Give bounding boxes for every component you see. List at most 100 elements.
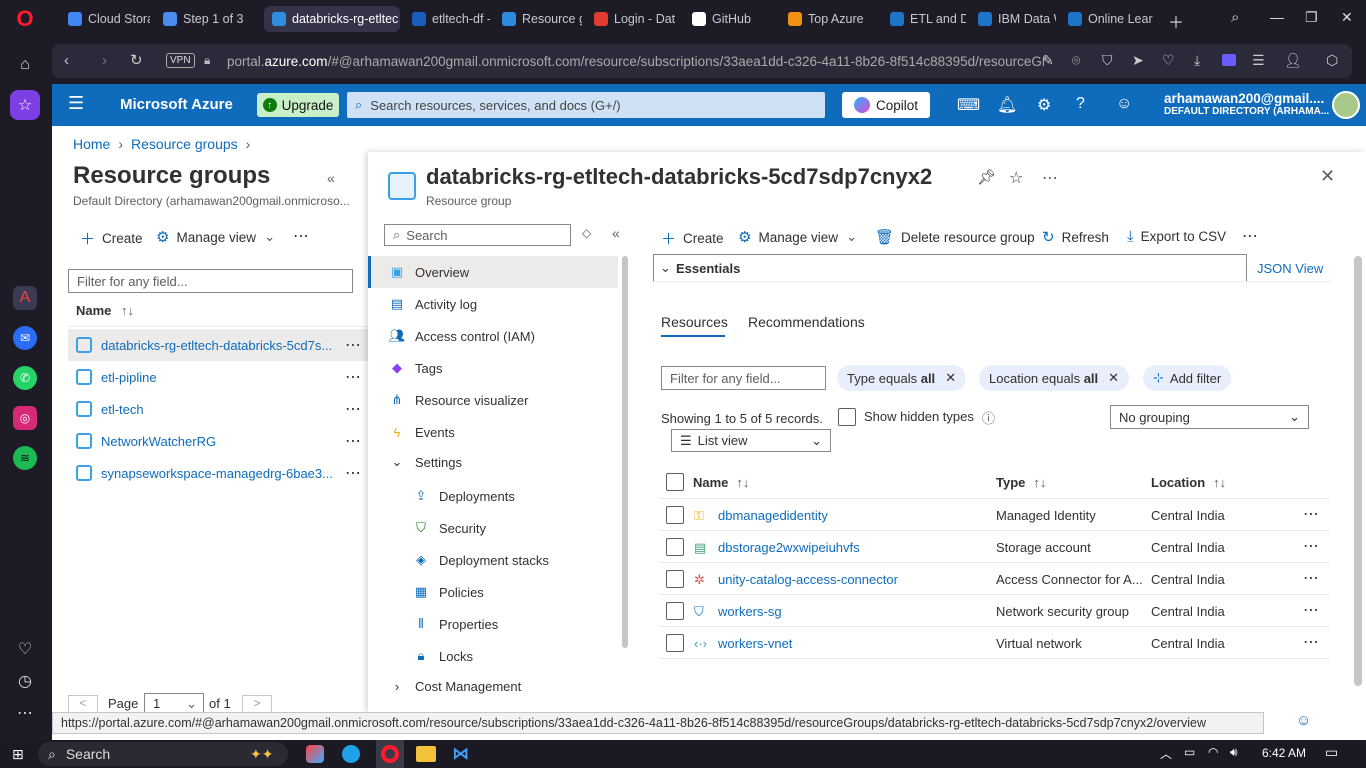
toolbar-more-icon[interactable]: ⋯ [1242, 226, 1258, 246]
browser-tab[interactable]: Top Azure [780, 6, 878, 32]
heart-icon[interactable]: ♡ [10, 634, 40, 664]
table-row[interactable]: ⛉ workers-sg Network security group Central… [660, 595, 1330, 627]
list-view-select[interactable]: ☰ List view ⌄ [671, 429, 831, 452]
menu-access-control[interactable]: 👥︎ Access control (IAM) [368, 320, 618, 352]
send-icon[interactable]: ➤ [1132, 52, 1144, 69]
row-more-icon[interactable]: ⋯ [1303, 504, 1319, 524]
taskbar-search[interactable]: ⌕ Search ✦✦ [38, 742, 288, 766]
address-bar[interactable]: ‹ › ↻ VPN 🔒︎ portal.azure.com/#@arhamawa… [52, 44, 1352, 78]
prev-page-button[interactable]: < [68, 695, 98, 712]
avatar[interactable] [1332, 91, 1360, 119]
notification-center-icon[interactable]: ▭ [1325, 744, 1338, 761]
menu-expand-icon[interactable]: ◇ [582, 226, 591, 240]
upgrade-button[interactable]: ↑ Upgrade [257, 93, 339, 117]
help-icon[interactable]: ? [1076, 95, 1085, 113]
filter-input[interactable]: Filter for any field... [68, 269, 353, 293]
menu-security[interactable]: ⛉ Security [368, 512, 618, 544]
create-button[interactable]: ＋ Create [80, 228, 143, 249]
menu-settings[interactable]: ⌄ Settings [368, 446, 618, 478]
blade-more-icon[interactable]: ⋯ [1042, 168, 1058, 188]
menu-policies[interactable]: ▦ Policies [368, 576, 618, 608]
edit-icon[interactable]: ✎ [1042, 52, 1054, 69]
row-more-icon[interactable]: ⋯ [1303, 568, 1319, 588]
browser-tab[interactable]: GitHub [684, 6, 774, 32]
row-checkbox[interactable] [666, 570, 684, 588]
row-more-icon[interactable]: ⋯ [345, 463, 362, 483]
cloud-shell-icon[interactable]: ⌨ [957, 95, 980, 115]
row-checkbox[interactable] [666, 538, 684, 556]
row-more-icon[interactable]: ⋯ [345, 431, 362, 451]
resource-group-row[interactable]: etl-tech ⋯ [68, 393, 368, 425]
menu-events[interactable]: ϟ Events [368, 416, 618, 448]
brand-title[interactable]: Microsoft Azure [120, 96, 233, 113]
aria-icon[interactable]: A [13, 286, 37, 310]
manage-view-button[interactable]: ⚙ Manage view ⌄ [156, 228, 275, 246]
portal-menu-icon[interactable]: ☰ [68, 93, 84, 114]
browser-tab[interactable]: Online Lear [1060, 6, 1160, 32]
edge-icon[interactable] [342, 745, 360, 763]
minimize-icon[interactable]: — [1270, 9, 1284, 25]
home-icon[interactable]: ⌂ [10, 50, 40, 80]
camera-icon[interactable]: ⌾ [1072, 52, 1080, 69]
select-all-checkbox[interactable] [666, 473, 684, 491]
row-more-icon[interactable]: ⋯ [1303, 632, 1319, 652]
resource-group-link[interactable]: etl-pipline [101, 370, 157, 385]
resource-name-link[interactable]: workers-vnet [718, 636, 792, 651]
row-more-icon[interactable]: ⋯ [1303, 600, 1319, 620]
easy-setup-icon[interactable]: ☰ [1252, 52, 1265, 69]
json-view-link[interactable]: JSON View [1257, 261, 1323, 276]
resource-group-link[interactable]: NetworkWatcherRG [101, 434, 216, 449]
menu-deployment-stacks[interactable]: ◈ Deployment stacks [368, 544, 618, 576]
copilot-button[interactable]: Copilot [842, 92, 930, 118]
essentials-header[interactable]: ⌄ Essentials [653, 254, 1247, 282]
location-filter-pill[interactable]: Location equals all ✕ [979, 365, 1130, 391]
history-icon[interactable]: ◷ [10, 666, 40, 696]
url-text[interactable]: portal.azure.com/#@arhamawan200gmail.onm… [227, 54, 1047, 69]
resource-group-row[interactable]: databricks-rg-etltech-databricks-5cd7s..… [68, 329, 368, 361]
browser-tab[interactable]: ETL and Da [882, 6, 966, 32]
resource-group-row[interactable]: etl-pipline ⋯ [68, 361, 368, 393]
browser-tab[interactable]: databricks-rg-etltec [264, 6, 400, 32]
extensions-icon[interactable]: ⬡ [1326, 52, 1338, 69]
chevron-up-icon[interactable]: ︿ [1160, 745, 1172, 762]
menu-search-input[interactable]: ⌕ Search [384, 224, 571, 246]
page-select[interactable]: 1 ⌄ [144, 693, 204, 712]
messenger-icon[interactable]: ✉ [13, 326, 37, 350]
resource-name-link[interactable]: unity-catalog-access-connector [718, 572, 898, 587]
maximize-icon[interactable]: ❐ [1305, 9, 1318, 26]
pin-icon[interactable]: 📌︎ [977, 168, 996, 186]
row-checkbox[interactable] [666, 506, 684, 524]
new-tab-icon[interactable]: ＋ [1168, 9, 1184, 33]
vpn-badge[interactable]: VPN [166, 53, 195, 68]
instagram-icon[interactable]: ◎ [13, 406, 37, 430]
wifi-icon[interactable]: ◠ [1208, 745, 1218, 759]
account-info[interactable]: arhamawan200@gmail.... DEFAULT DIRECTORY… [1164, 91, 1329, 117]
table-row[interactable]: ‹·› workers-vnet Virtual network Central In… [660, 627, 1330, 659]
resource-group-link[interactable]: etl-tech [101, 402, 144, 417]
table-row[interactable]: ⚿ dbmanagedidentity Managed Identity Centra… [660, 499, 1330, 531]
grouping-select[interactable]: No grouping ⌄ [1110, 405, 1309, 429]
type-column-header[interactable]: Type ↑↓ [996, 475, 1046, 490]
row-checkbox[interactable] [666, 634, 684, 652]
resource-group-link[interactable]: databricks-rg-etltech-databricks-5cd7s..… [101, 338, 332, 353]
favorite-star-icon[interactable]: ☆ [1009, 168, 1023, 188]
reload-icon[interactable]: ↻ [130, 51, 143, 69]
speed-dial-icon[interactable]: ☆ [10, 90, 40, 120]
feedback-icon[interactable]: ☺ [1296, 712, 1311, 729]
close-window-icon[interactable]: ✕ [1341, 9, 1353, 26]
forward-icon[interactable]: › [102, 52, 107, 69]
more-actions-icon[interactable]: ⋯ [293, 226, 309, 246]
row-more-icon[interactable]: ⋯ [345, 335, 362, 355]
blade-create-button[interactable]: ＋ Create [661, 228, 724, 249]
browser-tab[interactable]: Step 1 of 3 [155, 6, 259, 32]
menu-scrollbar[interactable] [622, 256, 628, 648]
shield-check-icon[interactable]: ⛉ [1102, 52, 1113, 69]
table-row[interactable]: ✲ unity-catalog-access-connector Access Co… [660, 563, 1330, 595]
volume-icon[interactable]: 🔊︎ [1230, 745, 1238, 760]
row-checkbox[interactable] [666, 602, 684, 620]
whatsapp-icon[interactable]: ✆ [13, 366, 37, 390]
resource-name-link[interactable]: workers-sg [718, 604, 782, 619]
clock[interactable]: 6:42 AM [1262, 746, 1306, 760]
table-row[interactable]: ▤ dbstorage2wxwipeiuhvfs Storage account Ce… [660, 531, 1330, 563]
refresh-button[interactable]: ↻ Refresh [1042, 228, 1109, 246]
